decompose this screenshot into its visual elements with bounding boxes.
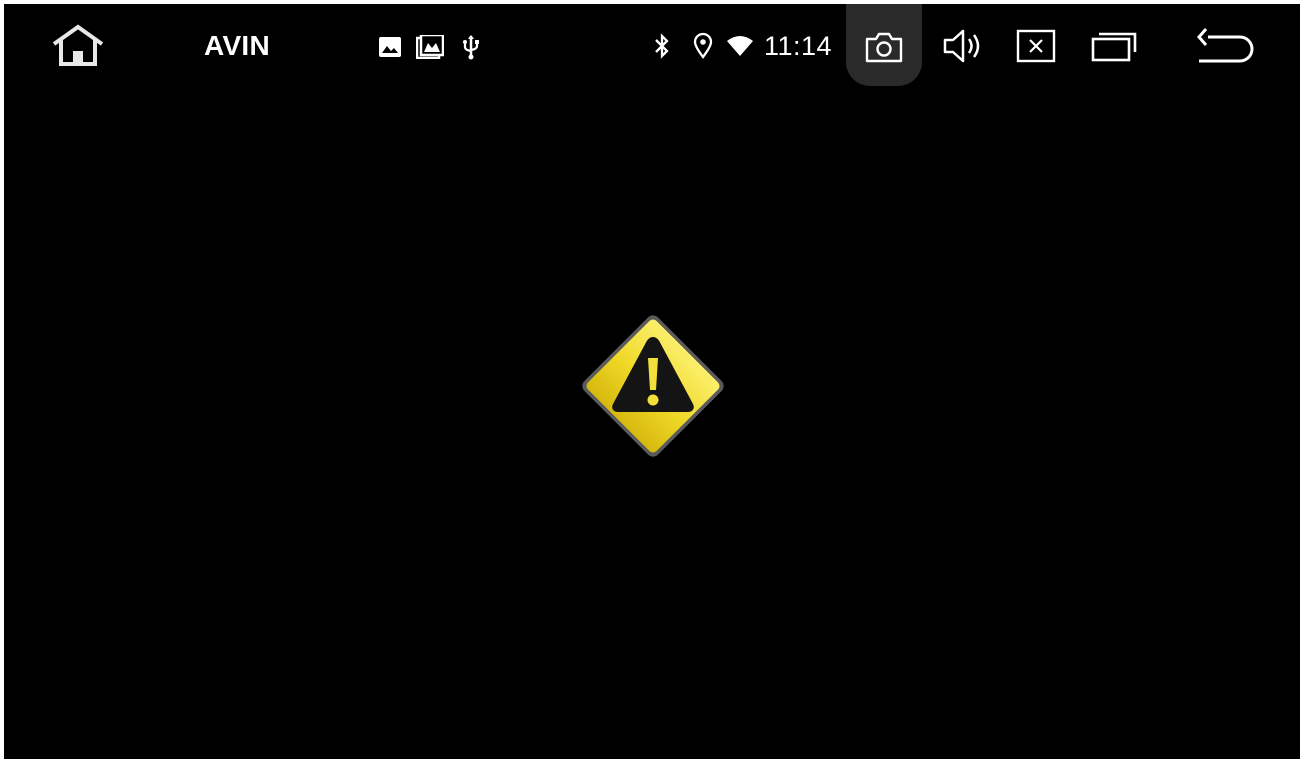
recent-apps-button[interactable] — [1084, 24, 1144, 68]
volume-icon — [943, 29, 980, 63]
recent-apps-icon — [1091, 32, 1137, 62]
photo-icon — [378, 34, 402, 60]
gallery-icon — [416, 34, 444, 60]
clock: 11:14 — [764, 30, 833, 61]
screenshot-camera-icon — [865, 32, 903, 63]
location-icon — [692, 32, 714, 60]
back-button[interactable] — [1192, 22, 1260, 70]
volume-button[interactable] — [934, 24, 992, 68]
home-icon — [52, 24, 104, 66]
warning-icon — [582, 315, 724, 457]
back-icon — [1197, 28, 1254, 63]
avin-screen: AVIN 11:14 — [4, 4, 1300, 759]
close-app-icon — [1016, 29, 1056, 63]
bluetooth-icon — [652, 32, 672, 60]
screenshot-button[interactable] — [858, 26, 910, 68]
usb-icon — [462, 34, 480, 60]
status-bar: AVIN 11:14 — [4, 4, 1300, 88]
warning-sign — [569, 302, 737, 470]
close-app-button[interactable] — [1010, 24, 1062, 68]
wifi-icon — [726, 32, 754, 60]
home-button[interactable] — [48, 22, 108, 70]
app-title: AVIN — [204, 30, 271, 61]
